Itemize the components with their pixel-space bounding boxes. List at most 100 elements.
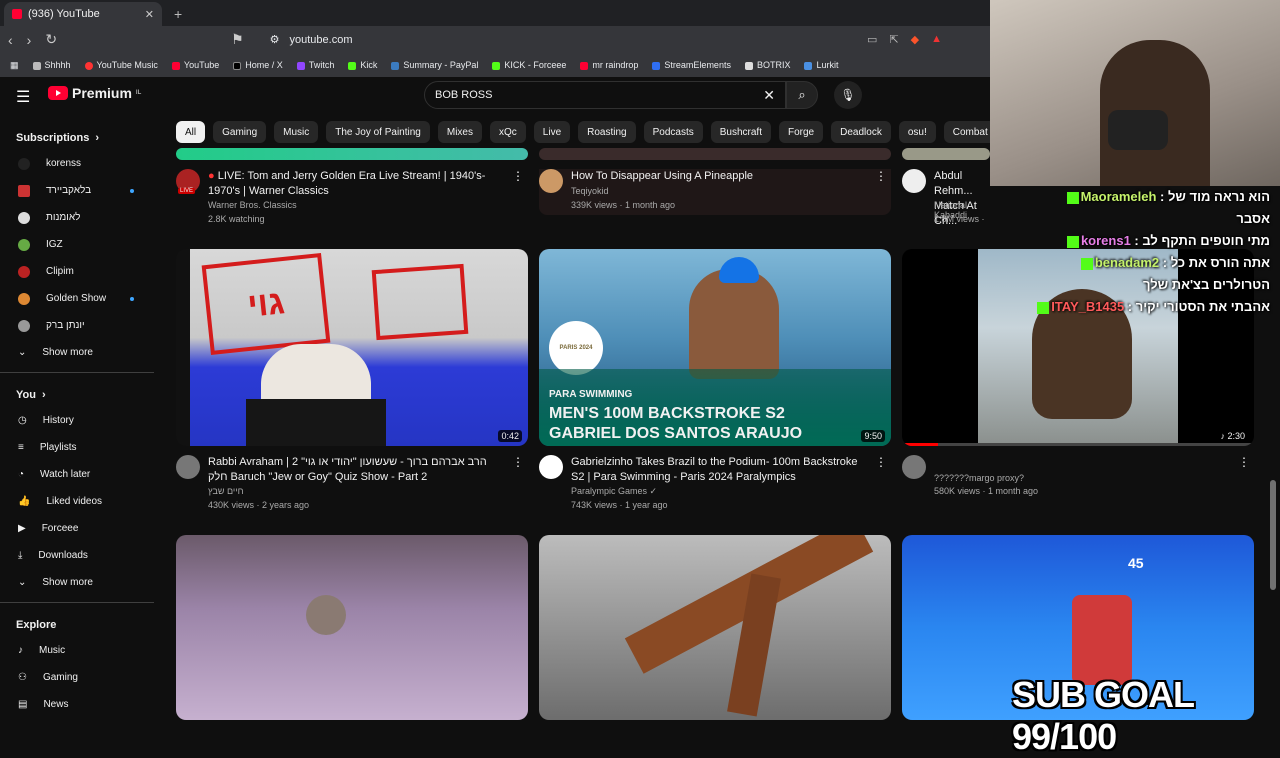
- more-options-icon[interactable]: ⋮: [875, 169, 887, 183]
- video-thumbnail[interactable]: גוי 0:42: [176, 249, 528, 446]
- bookmark-item[interactable]: Twitch: [296, 60, 334, 70]
- bookmark-item[interactable]: BOTRIX: [744, 60, 790, 70]
- more-options-icon[interactable]: ⋮: [1238, 455, 1250, 469]
- share-icon[interactable]: ⇱: [889, 33, 898, 46]
- bookmark-item[interactable]: KICK - Forceee: [492, 60, 566, 70]
- video-thumbnail[interactable]: [539, 535, 891, 720]
- video-thumbnail[interactable]: [176, 148, 528, 160]
- live-dot-icon: ●: [208, 170, 218, 182]
- menu-icon[interactable]: ☰: [16, 87, 30, 107]
- chip[interactable]: Live: [533, 121, 571, 143]
- apps-icon[interactable]: ▦: [10, 60, 19, 71]
- reload-icon[interactable]: ↻: [45, 31, 57, 48]
- sidebar-sub-item[interactable]: יונתן ברק: [0, 312, 154, 339]
- video-title[interactable]: ● LIVE: Tom and Jerry Golden Era Live St…: [208, 169, 508, 199]
- chip[interactable]: All: [176, 121, 206, 143]
- clear-search-icon[interactable]: ✕: [763, 87, 775, 104]
- new-tab-icon[interactable]: +: [174, 6, 182, 22]
- video-title[interactable]: ???????margo proxy?: [934, 471, 1234, 486]
- close-tab-icon[interactable]: ✕: [145, 8, 154, 21]
- sidebar-item-liked[interactable]: 👍 Liked videos: [0, 488, 154, 515]
- chip[interactable]: Music: [274, 121, 319, 143]
- voice-search-button[interactable]: 🎙: [834, 81, 862, 109]
- chip[interactable]: Combat sports: [943, 121, 990, 143]
- channel-name[interactable]: חיים שבץ: [208, 486, 244, 496]
- bookmark-item[interactable]: Summary - PayPal: [391, 60, 478, 70]
- video-title[interactable]: Rabbi Avraham | 2 הרב אברהם ברוך - שעשוע…: [208, 455, 508, 485]
- bookmark-item[interactable]: mr raindrop: [580, 60, 638, 70]
- channel-avatar[interactable]: [539, 169, 563, 193]
- video-thumbnail[interactable]: PARIS 2024 PARA SWIMMING MEN'S 100M BACK…: [539, 249, 891, 446]
- thumbnail-text: PARA SWIMMING: [549, 389, 633, 400]
- video-title[interactable]: How To Disappear Using A Pineapple: [571, 169, 871, 184]
- sidebar-sub-item[interactable]: IGZ: [0, 231, 154, 258]
- browser-tab[interactable]: (936) YouTube ✕: [4, 2, 162, 26]
- sidebar-sub-item[interactable]: בלאקביירד: [0, 177, 154, 204]
- sidebar-item-history[interactable]: ◷ History: [0, 407, 154, 434]
- channel-avatar[interactable]: [902, 169, 926, 193]
- sidebar-sub-item[interactable]: korenss: [0, 150, 154, 177]
- video-thumbnail[interactable]: [902, 148, 990, 160]
- channel-name[interactable]: Teqiyokid: [571, 186, 609, 196]
- channel-avatar[interactable]: [902, 455, 926, 479]
- chip[interactable]: Bushcraft: [710, 121, 771, 143]
- avatar: [18, 319, 30, 332]
- show-more-you[interactable]: ⌄ Show more: [0, 569, 154, 596]
- bookmark-item[interactable]: YouTube Music: [84, 60, 158, 70]
- sidebar-item-watch-later[interactable]: ◔ Watch later: [0, 461, 154, 488]
- sidebar-item-playlists[interactable]: ≡ Playlists: [0, 434, 154, 461]
- more-options-icon[interactable]: ⋮: [512, 169, 524, 183]
- sidebar-item-news[interactable]: ▤ News: [0, 691, 154, 718]
- subscriptions-header[interactable]: Subscriptions ›: [0, 122, 154, 150]
- chip[interactable]: Gaming: [213, 121, 267, 143]
- back-icon[interactable]: ‹: [8, 32, 13, 48]
- live-badge: LIVE: [178, 188, 196, 194]
- bookmark-icon[interactable]: ⚑: [231, 31, 244, 48]
- chip[interactable]: Mixes: [437, 121, 482, 143]
- chip[interactable]: osu!: [898, 121, 936, 143]
- search-button[interactable]: ⌕: [786, 81, 818, 109]
- channel-name[interactable]: Warner Bros. Classics: [208, 200, 297, 210]
- brave-shield-icon[interactable]: ◆: [911, 33, 919, 46]
- more-options-icon[interactable]: ⋮: [512, 455, 524, 469]
- bookmark-item[interactable]: Shhhh: [32, 60, 71, 70]
- video-thumbnail[interactable]: [539, 148, 891, 160]
- sidebar-sub-item[interactable]: לאומנות: [0, 204, 154, 231]
- site-info-icon[interactable]: ⚙: [270, 33, 280, 46]
- rewards-icon[interactable]: ▲: [931, 33, 942, 46]
- bookmark-item[interactable]: YouTube: [171, 60, 219, 70]
- youtube-logo[interactable]: Premium IL: [48, 85, 141, 101]
- channel-avatar[interactable]: [176, 455, 200, 479]
- chip[interactable]: xQc: [490, 121, 526, 143]
- sidebar-item-music[interactable]: ♪ Music: [0, 637, 154, 664]
- bookmark-item[interactable]: Kick: [348, 60, 377, 70]
- more-options-icon[interactable]: ⋮: [875, 455, 887, 469]
- chip[interactable]: Deadlock: [831, 121, 891, 143]
- chip[interactable]: Podcasts: [643, 121, 703, 143]
- forward-icon[interactable]: ›: [27, 32, 32, 48]
- sidebar-item-gaming[interactable]: ⚇ Gaming: [0, 664, 154, 691]
- chip[interactable]: The Joy of Painting: [326, 121, 430, 143]
- video-meta-hovered: How To Disappear Using A Pineapple Teqiy…: [539, 169, 891, 215]
- new-content-dot: [130, 188, 134, 193]
- microphone-icon: 🎙: [840, 88, 856, 102]
- video-thumbnail[interactable]: [176, 535, 528, 720]
- show-more-subs[interactable]: ⌄ Show more: [0, 339, 154, 366]
- bookmark-item[interactable]: StreamElements: [652, 60, 731, 70]
- you-header[interactable]: You ›: [0, 379, 154, 407]
- channel-avatar[interactable]: [539, 455, 563, 479]
- sidebar-sub-item[interactable]: Clipim: [0, 258, 154, 285]
- sidebar-item-forceee[interactable]: ▶ Forceee: [0, 515, 154, 542]
- chip[interactable]: Forge: [779, 121, 824, 143]
- bookmark-item[interactable]: Home / X: [233, 60, 283, 70]
- bookmark-item[interactable]: Lurkit: [804, 60, 838, 70]
- video-title[interactable]: Gabrielzinho Takes Brazil to the Podium-…: [571, 455, 871, 485]
- sidebar-sub-item[interactable]: Golden Show: [0, 285, 154, 312]
- scrollbar[interactable]: [1270, 480, 1276, 590]
- cast-icon[interactable]: ▭: [867, 33, 877, 46]
- sidebar-item-downloads[interactable]: ⤓ Downloads: [0, 542, 154, 569]
- channel-name[interactable]: Paralympic Games ✓: [571, 486, 657, 497]
- chip[interactable]: Roasting: [578, 121, 636, 143]
- search-input[interactable]: BOB ROSS ✕: [424, 81, 786, 109]
- url-field[interactable]: ⚙ youtube.com: [258, 30, 853, 50]
